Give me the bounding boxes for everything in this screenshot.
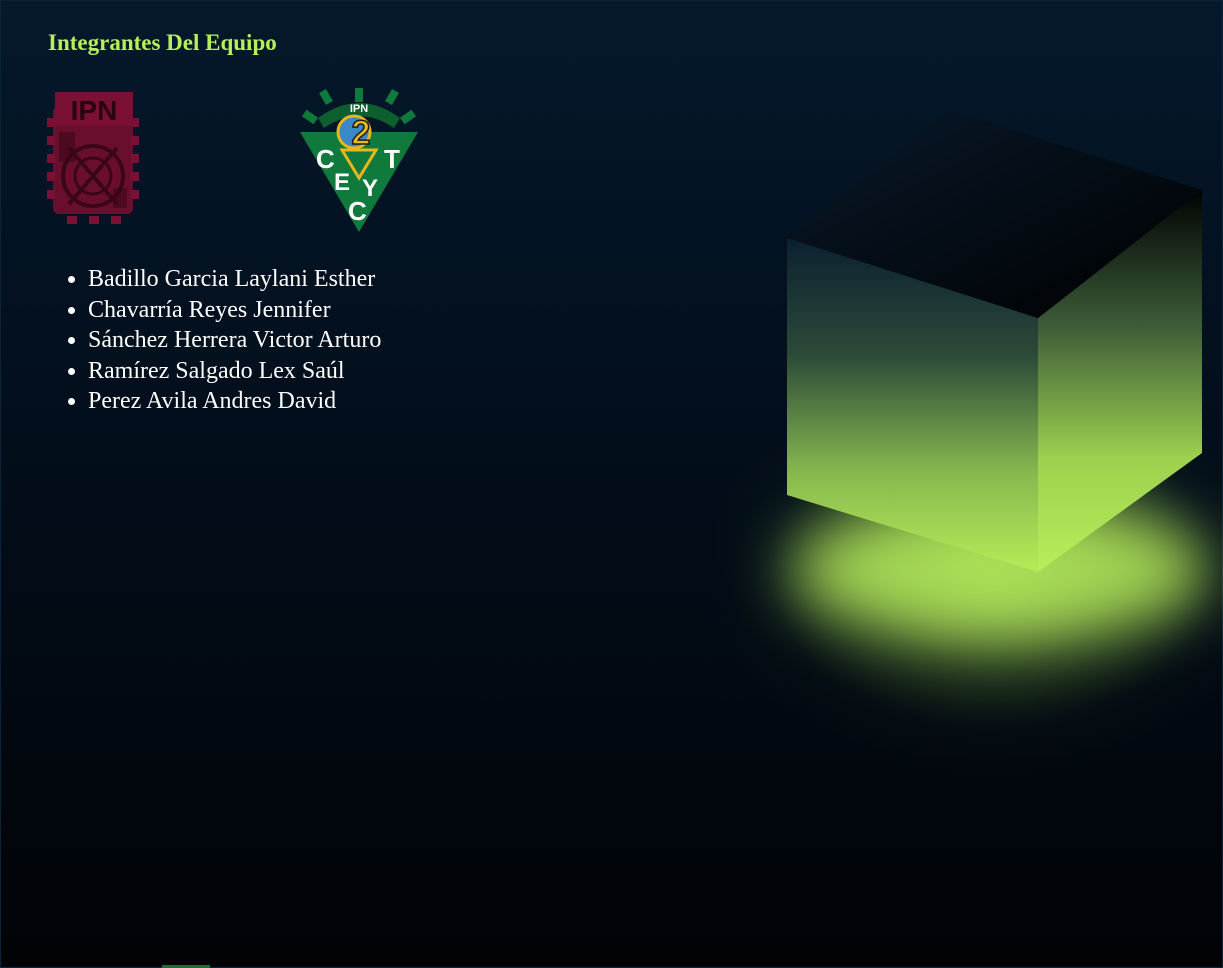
cecyt-logo-number: 2 (352, 114, 371, 152)
cecyt-letter-c1: C (316, 144, 335, 174)
member-item: Perez Avila Andres David (88, 386, 381, 417)
member-item: Chavarría Reyes Jennifer (88, 295, 381, 326)
cube-right-face (1038, 190, 1202, 572)
cecyt-letter-t: T (384, 144, 400, 174)
member-item: Badillo Garcia Laylani Esther (88, 264, 381, 295)
cube-left-face (787, 238, 1038, 572)
cecyt-logo: IPN 2 C E C Y T (300, 88, 418, 232)
cube-glow (560, 300, 1223, 860)
ipn-logo-text: IPN (71, 95, 118, 126)
member-item: Ramírez Salgado Lex Saúl (88, 356, 381, 387)
page-title: Integrantes Del Equipo (48, 30, 277, 55)
member-item: Sánchez Herrera Victor Arturo (88, 325, 381, 356)
cube-top-face (787, 110, 1202, 318)
cecyt-letter-y: Y (362, 175, 378, 202)
glowing-cube (787, 110, 1210, 640)
cecyt-letter-e: E (334, 169, 350, 196)
members-list: Badillo Garcia Laylani Esther Chavarría … (48, 264, 381, 417)
cube-floor-glow (790, 500, 1210, 640)
ipn-logo: IPN (47, 92, 139, 224)
page-frame (0, 0, 1223, 968)
